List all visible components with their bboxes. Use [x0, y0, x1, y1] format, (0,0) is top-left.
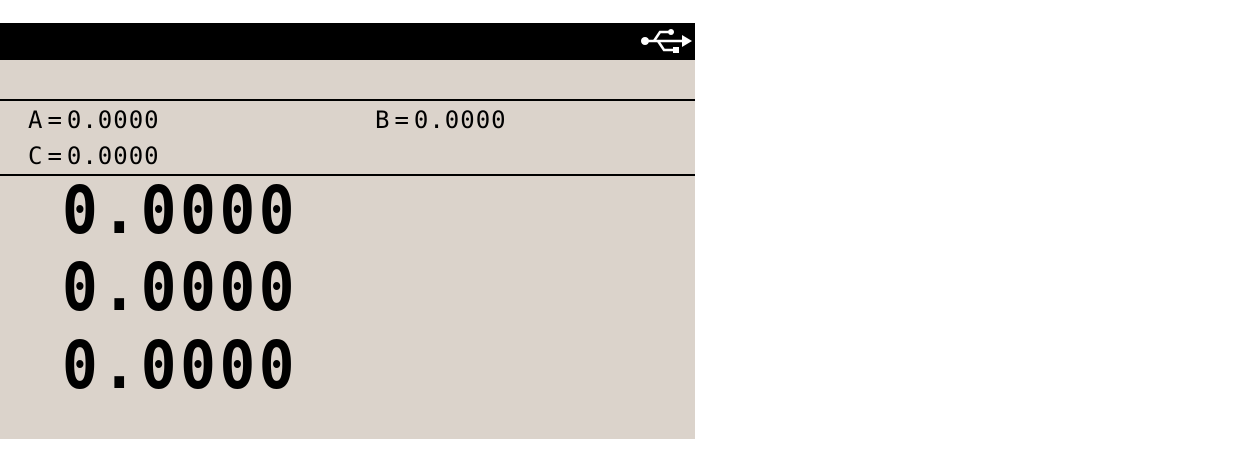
coefficient-a-label: A	[28, 106, 44, 134]
divider-top	[0, 99, 695, 101]
coefficient-c-label: C	[28, 142, 44, 170]
lcd-screen: A = 0.0000 B = 0.0000 C = 0.0000 0.0000 0.0000…	[0, 23, 695, 439]
coefficient-a: A = 0.0000	[28, 107, 160, 133]
coefficient-a-value: 0.0000	[66, 106, 160, 134]
reading-2: 0.0000	[62, 249, 299, 326]
coefficient-c: C = 0.0000	[28, 143, 160, 169]
status-bar	[0, 23, 695, 60]
coefficient-b-value: 0.0000	[413, 106, 507, 134]
equals-sign: =	[47, 142, 63, 170]
equals-sign: =	[394, 106, 410, 134]
coefficient-b-label: B	[375, 106, 391, 134]
equals-sign: =	[47, 106, 63, 134]
reading-1: 0.0000	[62, 172, 299, 249]
coefficient-c-value: 0.0000	[66, 142, 160, 170]
usb-icon	[641, 29, 692, 53]
reading-3: 0.0000	[62, 327, 299, 404]
coefficient-b: B = 0.0000	[375, 107, 507, 133]
